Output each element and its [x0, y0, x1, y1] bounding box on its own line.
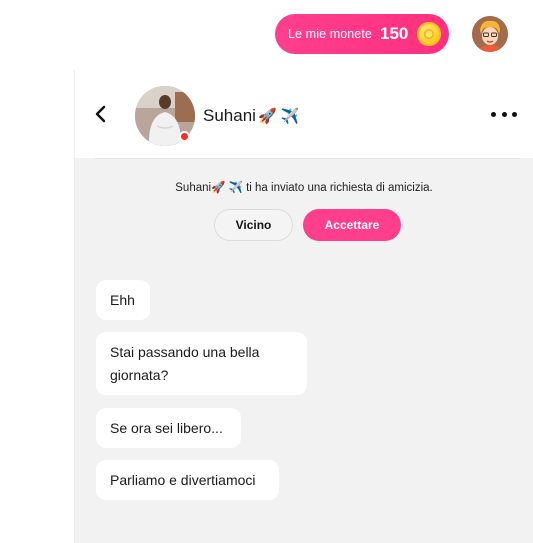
online-status-dot	[179, 131, 190, 142]
coins-label: Le mie monete	[288, 27, 372, 41]
message-bubble: Se ora sei libero...	[96, 408, 241, 448]
left-sidebar-blank	[0, 70, 75, 543]
more-dot-icon	[501, 111, 507, 117]
top-bar: Le mie monete 150	[0, 0, 533, 70]
more-dot-icon	[512, 111, 517, 117]
chevron-left-icon	[95, 105, 106, 123]
contact-name-emoji: 🚀 ✈️	[257, 108, 300, 125]
accept-friend-button[interactable]: Accettare	[303, 209, 401, 241]
coins-count: 150	[379, 24, 409, 43]
contact-name-text: Suhani	[203, 106, 256, 125]
message-bubble: Ehh	[96, 280, 150, 320]
back-button[interactable]	[92, 104, 110, 124]
coin-icon	[417, 22, 441, 46]
message-bubble: Parliamo e divertiamoci	[96, 460, 279, 500]
my-coins-button[interactable]: Le mie monete 150	[275, 14, 449, 54]
user-avatar-icon	[472, 16, 508, 52]
chat-header: Suhani 🚀 ✈️	[75, 70, 533, 158]
decline-friend-button[interactable]: Vicino	[214, 209, 293, 241]
chat-panel: Suhani 🚀 ✈️ Suhani🚀 ✈️ ti ha inviato una…	[75, 70, 533, 543]
friend-request-text: Suhani🚀 ✈️ ti ha inviato una richiesta d…	[175, 182, 433, 194]
contact-name[interactable]: Suhani 🚀 ✈️	[203, 106, 299, 126]
more-dot-icon	[491, 111, 496, 117]
more-options-button[interactable]	[491, 108, 517, 120]
user-avatar[interactable]	[472, 16, 508, 52]
message-bubble: Stai passando una bella giornata?	[96, 332, 307, 395]
header-divider	[95, 158, 520, 159]
